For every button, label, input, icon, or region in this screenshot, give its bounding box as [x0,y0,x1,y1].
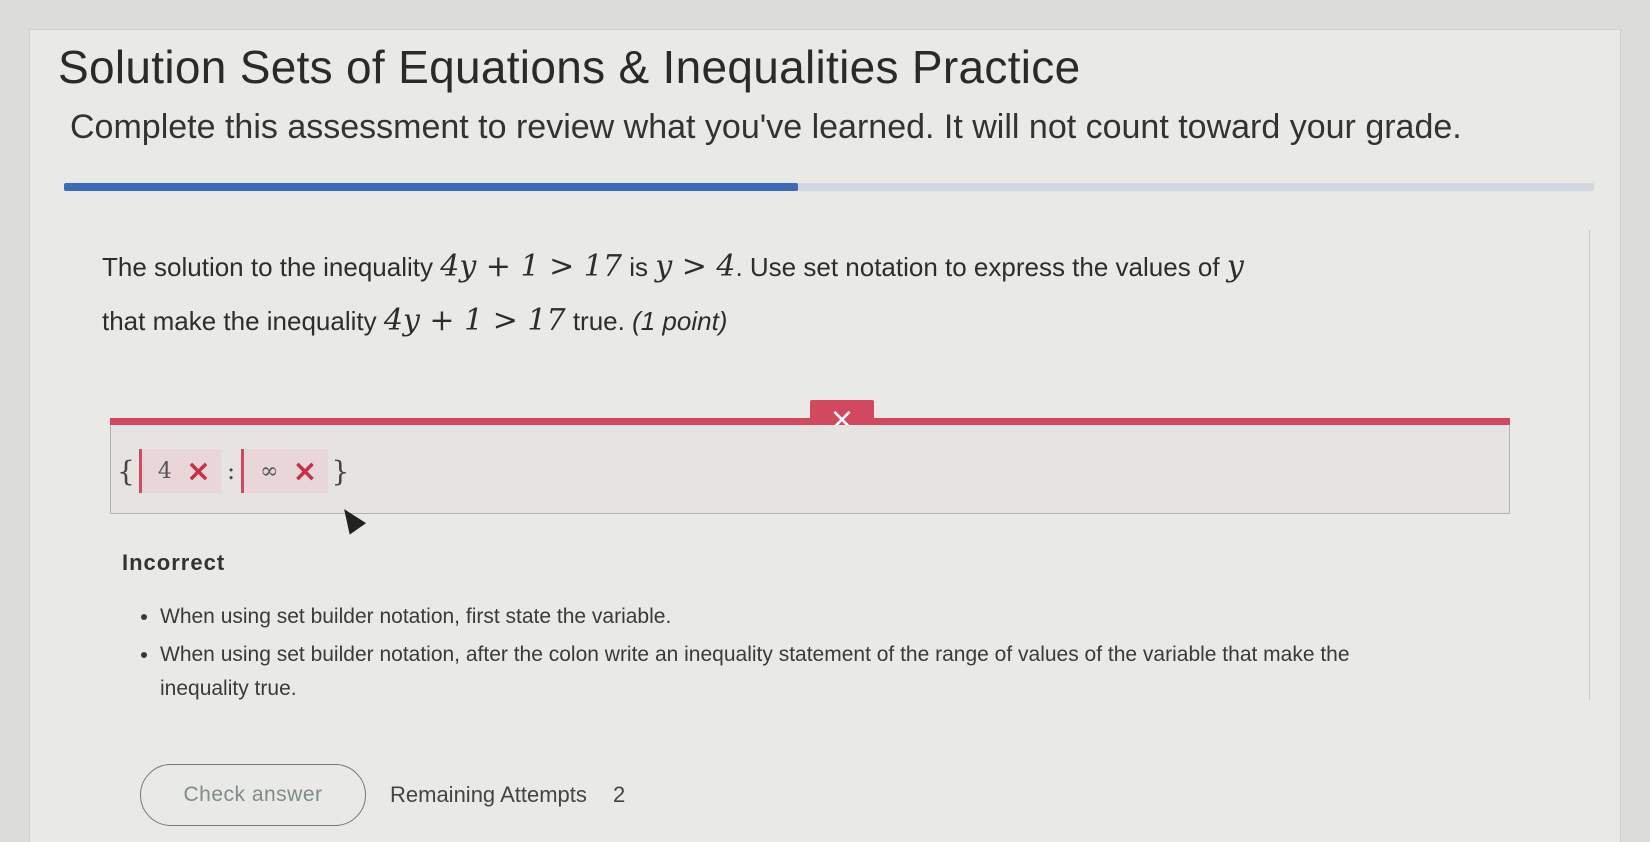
hint-list: When using set builder notation, first s… [122,600,1422,706]
check-answer-button[interactable]: Check answer [140,764,366,826]
answer-slot-variable[interactable]: 4 × [138,449,221,493]
question-text-3: . Use set notation to express the values… [735,252,1220,282]
side-panel-edge [1589,230,1620,700]
progress-bar [64,183,1594,191]
close-brace: } [331,454,350,488]
slot-value: 4 [157,458,172,484]
question-text: The solution to the inequality 4y + 1 > … [102,240,1522,348]
open-brace: { [117,454,135,488]
question-text-2: is [629,252,648,282]
attempts-label: Remaining Attempts [390,782,587,807]
attempts-count: 2 [613,782,626,807]
page-subtitle: Complete this assessment to review what … [70,108,1462,146]
hint-item: When using set builder notation, first s… [160,600,1422,634]
inequality-expression-repeat: 4y + 1 > 17 [383,303,566,338]
hint-item: When using set builder notation, after t… [160,638,1422,706]
slot-value: ∞ [260,458,279,484]
question-text-5: true. [572,306,625,336]
progress-fill [64,183,799,191]
answer-slot-condition[interactable]: ∞ × [241,449,328,493]
set-notation-expression: { 4 × : ∞ × } [117,449,349,493]
remove-slot-icon[interactable]: × [186,454,211,489]
page-title: Solution Sets of Equations & Inequalitie… [58,41,1081,93]
solution-expression: y > 4 [655,249,736,284]
remaining-attempts: Remaining Attempts 2 [390,782,625,808]
assessment-page: Solution Sets of Equations & Inequalitie… [30,30,1620,842]
footer: Check answer Remaining Attempts 2 [140,764,625,826]
answer-area: × { 4 × : ∞ × } [110,400,1510,535]
remove-slot-icon[interactable]: × [292,454,317,489]
feedback-panel: Incorrect When using set builder notatio… [122,550,1422,710]
header: Solution Sets of Equations & Inequalitie… [58,40,1598,147]
question-text-4: that make the inequality [102,306,377,336]
point-value: (1 point) [632,306,728,336]
variable-name: y [1226,249,1244,284]
question-text-1: The solution to the inequality [102,252,433,282]
inequality-expression: 4y + 1 > 17 [440,249,622,284]
math-input-field[interactable]: { 4 × : ∞ × } [110,425,1510,535]
colon-separator: : [226,457,236,485]
mouse-cursor-icon [335,503,367,535]
feedback-status: Incorrect [122,550,226,575]
